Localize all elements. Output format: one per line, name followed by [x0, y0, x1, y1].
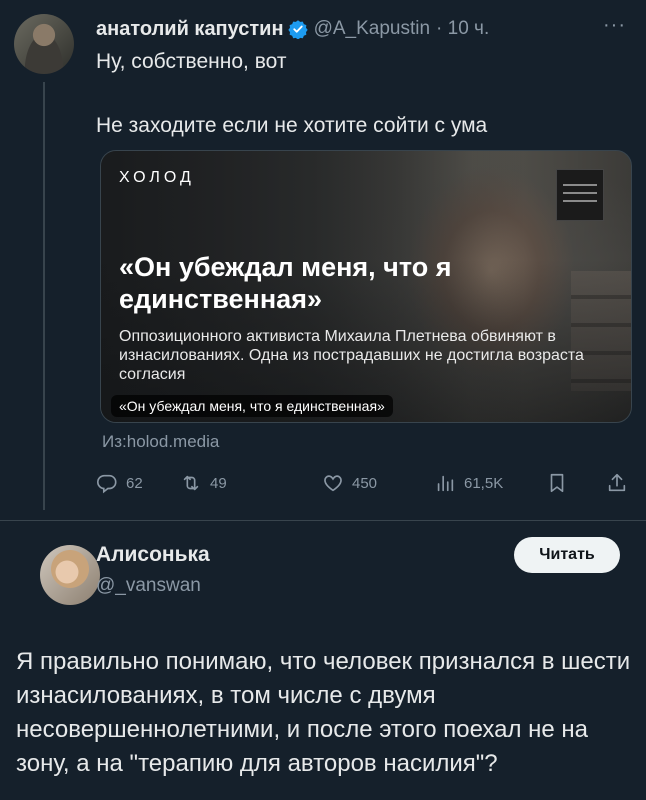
- bookmark-icon: [550, 473, 564, 493]
- follow-button[interactable]: Читать: [514, 537, 620, 573]
- share-icon: [608, 473, 626, 492]
- card-subtitle: Оппозиционного активиста Михаила Плетнев…: [119, 328, 584, 383]
- views-icon: [437, 475, 454, 492]
- bookmark-button[interactable]: [546, 468, 576, 498]
- author-handle[interactable]: @A_Kapustin: [314, 18, 430, 40]
- author-avatar[interactable]: [14, 14, 74, 74]
- reply-button[interactable]: 62: [96, 468, 143, 498]
- tweet-original[interactable]: анатолий капустин @A_Kapustin · 10 ч. ··…: [0, 0, 646, 520]
- reply-author-handle[interactable]: @_vanswan: [96, 575, 201, 597]
- reply-author-name[interactable]: Алисонька: [96, 543, 210, 567]
- tweet-header: анатолий капустин @A_Kapustin · 10 ч.: [96, 16, 489, 42]
- reply-count: 62: [126, 474, 143, 492]
- tweet-text-line2: Не заходите если не хотите сойти с ума: [96, 114, 488, 137]
- outlet-logo: ХОЛОД: [119, 169, 195, 186]
- tweet-text-line1: Ну, собственно, вот: [96, 50, 287, 73]
- card-caption: «Он убеждал меня, что я единственная»: [111, 395, 393, 417]
- views-count: 61,5K: [464, 474, 504, 492]
- tweet-actions: 62 49 450 61,5K: [96, 468, 632, 498]
- link-preview-card[interactable]: ХОЛОД «Он убеждал меня, что я единственн…: [100, 150, 632, 423]
- more-options-icon[interactable]: ···: [603, 14, 626, 37]
- retweet-count: 49: [210, 474, 227, 492]
- tweet-time[interactable]: · 10 ч.: [436, 18, 489, 40]
- card-headline: «Он убеждал меня, что я единственная»: [119, 252, 452, 314]
- reply-author-avatar[interactable]: [40, 545, 100, 605]
- verified-badge-icon: [287, 20, 308, 39]
- retweet-icon: [183, 475, 199, 491]
- like-icon: [324, 475, 342, 492]
- like-count: 450: [352, 474, 378, 492]
- tweet-reply[interactable]: Алисонька @_vanswan Читать Я правильно п…: [0, 521, 646, 800]
- author-name[interactable]: анатолий капустин: [96, 18, 284, 41]
- thread-line: [43, 82, 45, 510]
- share-button[interactable]: [606, 468, 636, 498]
- reply-text: Я правильно понимаю, что человек признал…: [16, 648, 631, 777]
- reply-icon: [97, 474, 117, 494]
- link-source[interactable]: Из:holod.media: [102, 432, 219, 452]
- retweet-button[interactable]: 49: [180, 468, 227, 498]
- views-button[interactable]: 61,5K: [434, 468, 503, 498]
- like-button[interactable]: 450: [322, 468, 377, 498]
